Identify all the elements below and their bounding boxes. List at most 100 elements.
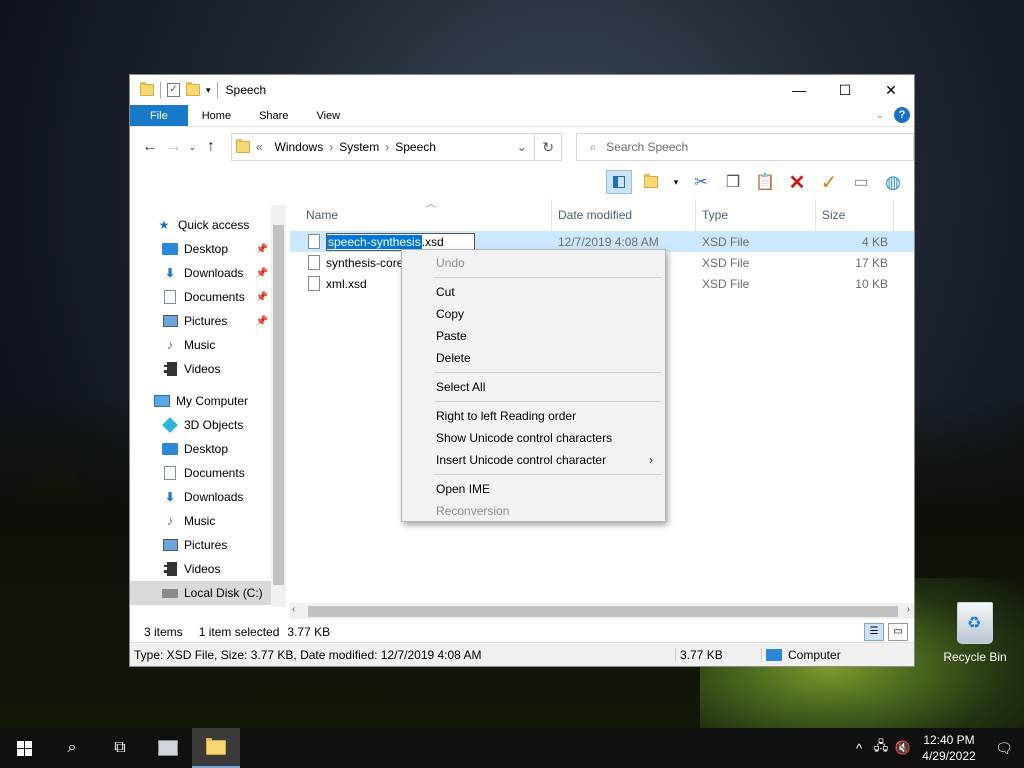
forward-arrow-icon[interactable]: → xyxy=(162,138,186,156)
title-bar[interactable]: ✓ ▾ Speech — ☐ ✕ xyxy=(130,75,914,105)
column-date-modified[interactable]: Date modified xyxy=(552,199,696,231)
nav-item-videos[interactable]: Videos xyxy=(130,357,286,381)
notification-icon[interactable]: 🗨 xyxy=(984,740,1024,757)
scroll-left-icon[interactable]: ‹ xyxy=(292,604,295,615)
help-icon[interactable]: ? xyxy=(894,107,910,123)
globe-icon[interactable]: ◍ xyxy=(880,170,906,194)
menu-item-cut[interactable]: Cut xyxy=(402,281,665,303)
tab-share[interactable]: Share xyxy=(245,105,302,126)
nav-item-pictures-2[interactable]: Pictures xyxy=(130,533,286,557)
file-icon xyxy=(308,276,320,291)
pin-icon[interactable]: 📌 xyxy=(256,316,268,327)
menu-item-undo[interactable]: Undo xyxy=(402,252,665,274)
menu-item-select-all[interactable]: Select All xyxy=(402,376,665,398)
search-input[interactable]: ⌕ Search Speech xyxy=(576,133,914,161)
maximize-button[interactable]: ☐ xyxy=(822,75,868,105)
nav-my-computer[interactable]: My Computer xyxy=(130,389,286,413)
menu-item-copy[interactable]: Copy xyxy=(402,303,665,325)
checkmark-icon[interactable]: ✓ xyxy=(816,170,842,194)
menu-separator xyxy=(434,372,661,373)
rename-selected-text: speech-synthesis xyxy=(327,234,422,249)
copy-icon[interactable]: ❐ xyxy=(720,170,746,194)
tab-home[interactable]: Home xyxy=(188,105,245,126)
paste-icon[interactable]: 📋 xyxy=(752,170,778,194)
nav-item-music[interactable]: ♪ Music xyxy=(130,333,286,357)
cube-icon xyxy=(162,417,178,433)
task-view-icon[interactable]: ⧉ xyxy=(96,728,144,768)
tab-file[interactable]: File xyxy=(130,105,188,126)
pin-icon[interactable]: 📌 xyxy=(256,268,268,279)
chevron-right-icon[interactable]: › xyxy=(385,140,389,154)
nav-label: Downloads xyxy=(184,266,244,280)
menu-item-show-unicode[interactable]: Show Unicode control characters xyxy=(402,427,665,449)
folder-icon xyxy=(235,139,250,153)
breadcrumb-system[interactable]: System xyxy=(339,140,379,154)
nav-scroll-thumb[interactable] xyxy=(273,225,284,585)
refresh-icon[interactable]: ↻ xyxy=(534,133,563,161)
chevron-right-icon[interactable]: › xyxy=(329,140,333,154)
nav-item-downloads[interactable]: ⬇ Downloads 📌 xyxy=(130,261,286,285)
recent-locations-icon[interactable]: ⌄ xyxy=(185,142,199,153)
app-pinned-icon[interactable] xyxy=(144,728,192,768)
up-arrow-icon[interactable]: ↑ xyxy=(199,138,223,156)
horizontal-scroll-thumb[interactable] xyxy=(308,606,898,617)
menu-item-paste[interactable]: Paste xyxy=(402,325,665,347)
download-arrow-icon: ⬇ xyxy=(164,266,176,280)
properties-icon[interactable]: ✓ xyxy=(167,83,180,97)
nav-item-downloads-2[interactable]: ⬇ Downloads xyxy=(130,485,286,509)
column-name[interactable]: Name xyxy=(290,199,552,231)
pin-icon[interactable]: 📌 xyxy=(256,244,268,255)
network-icon[interactable]: 🖧 xyxy=(870,737,892,759)
horizontal-scrollbar[interactable]: ‹ › xyxy=(290,603,914,619)
clock[interactable]: 12:40 PM 4/29/2022 xyxy=(914,732,984,764)
overflow-chevron[interactable]: « xyxy=(256,140,263,154)
nav-item-pictures[interactable]: Pictures 📌 xyxy=(130,309,286,333)
pin-icon[interactable]: 📌 xyxy=(256,292,268,303)
close-button[interactable]: ✕ xyxy=(868,75,914,105)
column-type[interactable]: Type xyxy=(696,199,816,231)
recycle-bin-shortcut[interactable]: Recycle Bin xyxy=(940,602,1010,664)
rename-icon[interactable]: ▭ xyxy=(848,170,874,194)
menu-item-open-ime[interactable]: Open IME xyxy=(402,478,665,500)
nav-item-3d-objects[interactable]: 3D Objects xyxy=(130,413,286,437)
chevron-down-icon[interactable]: ⌄ xyxy=(510,140,534,154)
details-view-icon[interactable]: ☰ xyxy=(864,623,884,641)
scroll-right-icon[interactable]: › xyxy=(907,604,910,615)
column-size[interactable]: Size xyxy=(816,199,894,231)
new-folder-icon[interactable] xyxy=(638,170,664,194)
file-explorer-taskbar-icon[interactable] xyxy=(192,728,240,768)
chevron-up-icon[interactable]: ^ xyxy=(848,741,870,756)
expand-ribbon-icon[interactable]: ⌄ xyxy=(876,110,884,121)
chevron-down-icon[interactable]: ▾ xyxy=(670,170,682,194)
minimize-button[interactable]: — xyxy=(776,75,822,105)
delete-icon[interactable]: ✕ xyxy=(784,170,810,194)
menu-item-delete[interactable]: Delete xyxy=(402,347,665,369)
nav-item-desktop-2[interactable]: Desktop xyxy=(130,437,286,461)
search-icon[interactable]: ⌕ xyxy=(48,728,96,768)
volume-muted-icon[interactable]: 🔇 xyxy=(892,740,914,756)
nav-item-documents-2[interactable]: Documents xyxy=(130,461,286,485)
back-arrow-icon[interactable]: ← xyxy=(138,138,162,156)
customize-quick-access-icon[interactable]: ▾ xyxy=(206,85,211,96)
search-icon: ⌕ xyxy=(589,139,597,154)
menu-item-reconversion[interactable]: Reconversion xyxy=(402,500,665,522)
menu-item-insert-unicode[interactable]: Insert Unicode control character › xyxy=(402,449,665,471)
rename-field[interactable]: speech-synthesis .xsd xyxy=(326,232,475,251)
preview-pane-icon[interactable] xyxy=(606,170,632,194)
menu-item-rtl-reading[interactable]: Right to left Reading order xyxy=(402,405,665,427)
nav-scrollbar[interactable] xyxy=(271,205,286,607)
address-bar[interactable]: « Windows › System › Speech ⌄ xyxy=(230,133,535,161)
cut-icon[interactable]: ✂ xyxy=(688,170,714,194)
tab-view[interactable]: View xyxy=(302,105,354,126)
nav-item-music-2[interactable]: ♪ Music xyxy=(130,509,286,533)
nav-item-local-disk[interactable]: Local Disk (C:) xyxy=(130,581,271,605)
nav-item-documents[interactable]: Documents 📌 xyxy=(130,285,286,309)
nav-quick-access[interactable]: ★ Quick access xyxy=(130,213,286,237)
new-folder-icon[interactable] xyxy=(186,82,200,96)
start-button[interactable] xyxy=(0,728,48,768)
nav-item-desktop[interactable]: Desktop 📌 xyxy=(130,237,286,261)
breadcrumb-windows[interactable]: Windows xyxy=(275,140,324,154)
large-icons-view-icon[interactable]: ▭ xyxy=(888,623,908,641)
nav-item-videos-2[interactable]: Videos xyxy=(130,557,286,581)
breadcrumb-speech[interactable]: Speech xyxy=(395,140,436,154)
